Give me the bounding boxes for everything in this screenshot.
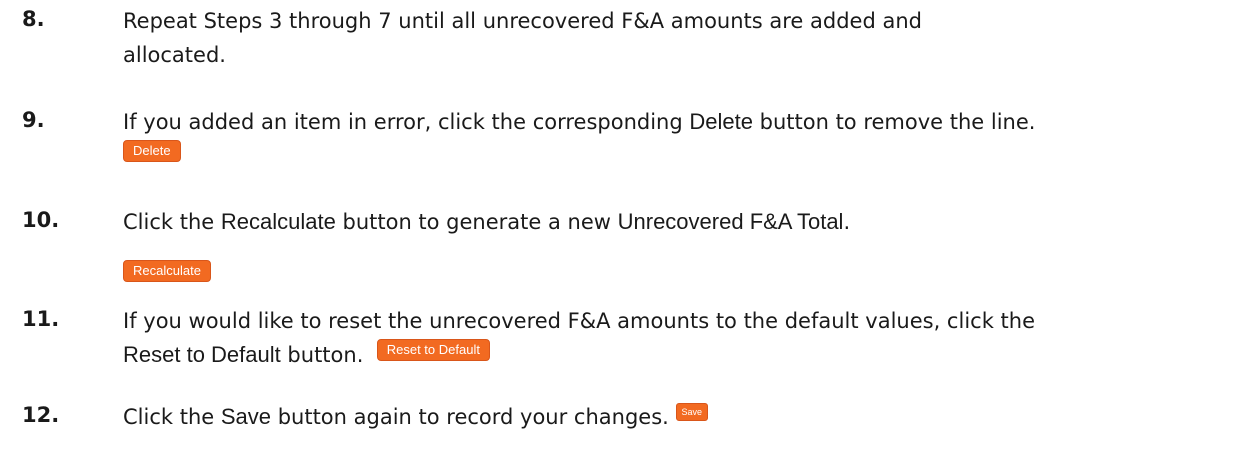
step-number: 11. [22, 307, 60, 331]
step-text-segment: If you added an item in error, click the… [123, 110, 690, 134]
recalculate-button[interactable]: Recalculate [123, 260, 211, 282]
step-text: Click the Save button again to record yo… [123, 400, 1223, 434]
save-button[interactable]: Save [675, 403, 709, 421]
button-name-term: Delete [689, 109, 753, 134]
step-text-segment: Click the [123, 405, 221, 429]
step-text-segment: Click the [123, 210, 221, 234]
step-text: Click the Recalculate button to generate… [123, 205, 1223, 287]
step-number: 8. [22, 7, 45, 31]
step-number: 12. [22, 403, 60, 427]
step-text-segment: button again to record your changes. [271, 405, 669, 429]
delete-button[interactable]: Delete [123, 140, 181, 162]
step-text-segment: button to generate a new [335, 210, 618, 234]
step-text: If you added an item in error, click the… [123, 105, 1223, 167]
reset-to-default-button[interactable]: Reset to Default [376, 339, 490, 361]
field-name-term: Unrecovered F&A Total [617, 209, 844, 234]
step-text: If you would like to reset the unrecover… [123, 304, 1223, 372]
button-name-term: Reset to Default [123, 342, 281, 367]
step-text-line: allocated. [123, 43, 226, 67]
step-number: 10. [22, 208, 60, 232]
step-text-line: Repeat Steps 3 through 7 until all unrec… [123, 9, 922, 33]
step-text: Repeat Steps 3 through 7 until all unrec… [123, 4, 1223, 72]
step-number: 9. [22, 108, 45, 132]
step-text-segment: button to remove the line. [752, 110, 1036, 134]
button-name-term: Recalculate [220, 209, 336, 234]
button-name-term: Save [220, 404, 272, 429]
step-text-segment: . [843, 210, 851, 234]
step-text-segment: button. [280, 343, 364, 367]
step-text-line: If you would like to reset the unrecover… [123, 309, 1035, 333]
